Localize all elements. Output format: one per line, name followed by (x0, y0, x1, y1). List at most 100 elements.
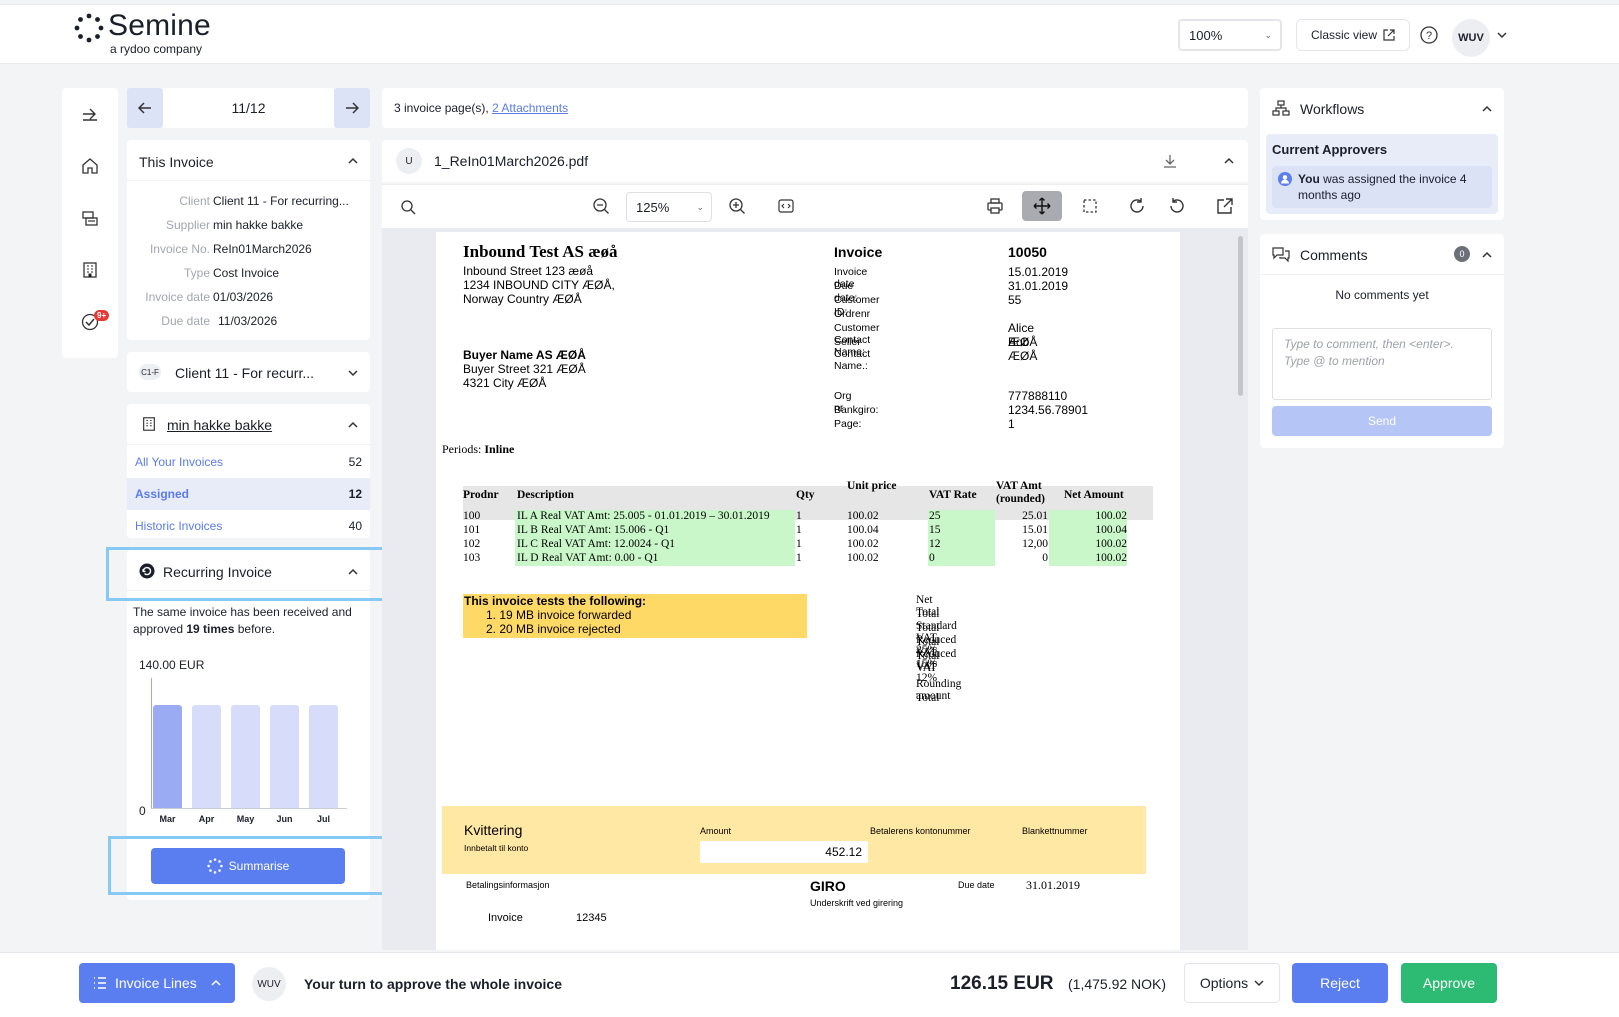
building-icon (143, 417, 155, 431)
global-zoom-value: 100% (1189, 28, 1223, 43)
table-cell: 0 (1042, 552, 1048, 564)
chart-bar (231, 704, 260, 808)
zoom-out-icon[interactable] (592, 197, 610, 215)
table-cell: 100.02 (1095, 552, 1127, 564)
meta-value: 55 (1008, 293, 1022, 307)
footer-invoice-label: Invoice (488, 912, 523, 924)
table-cell: 25 (929, 510, 941, 522)
chevron-up-icon[interactable] (1482, 251, 1492, 259)
field-invoice-no: Invoice No. ReIn01March2026 (149, 242, 312, 256)
table-cell: 100.02 (847, 552, 879, 564)
download-icon[interactable] (1162, 153, 1178, 169)
table-cell: 1 (796, 510, 802, 522)
search-icon[interactable] (400, 199, 416, 215)
meta-value: 1 (1008, 417, 1015, 431)
table-cell: 100.04 (847, 524, 879, 536)
file-name: 1_ReIn01March2026.pdf (434, 153, 589, 169)
zoom-in-icon[interactable] (728, 197, 746, 215)
client-tag: C1-F (139, 364, 161, 380)
kvittering-box (442, 806, 1146, 874)
print-icon[interactable] (986, 197, 1004, 215)
viewer-zoom-select[interactable]: 125% ⌄ (626, 192, 712, 222)
chevron-down-icon (1254, 980, 1264, 987)
kvittering-label: Kvittering (464, 822, 523, 838)
invoice-lines-label: Invoice Lines (115, 975, 197, 991)
list-icon (94, 977, 106, 989)
previous-invoice-button[interactable] (127, 88, 163, 128)
comments-title: Comments (1300, 247, 1368, 263)
reject-button[interactable]: Reject (1292, 963, 1388, 1003)
field-client: Client Client 11 - For recurring... (179, 194, 349, 208)
table-cell: 103 (463, 552, 481, 564)
pager-position: 11/12 (231, 100, 266, 116)
chevron-up-icon[interactable] (348, 421, 358, 429)
fit-page-icon[interactable] (778, 198, 794, 214)
file-header: U 1_ReIn01March2026.pdf (382, 140, 1248, 182)
chart-bar-label: Apr (198, 814, 215, 824)
invoice-lines-button[interactable]: Invoice Lines (79, 963, 235, 1003)
left-nav-rail: 9+ (62, 88, 118, 358)
viewer-scrollbar[interactable] (1238, 236, 1243, 396)
classic-view-label: Classic view (1310, 28, 1377, 42)
send-comment-button[interactable]: Send (1272, 406, 1492, 436)
client-panel[interactable]: C1-F Client 11 - For recurr... (127, 352, 370, 392)
chevron-up-icon[interactable] (1482, 105, 1492, 113)
table-cell: 100.04 (1095, 524, 1127, 536)
chevron-down-icon[interactable] (348, 369, 358, 377)
current-approvers-box: Current Approvers You was assigned the i… (1266, 134, 1498, 214)
table-cell: 12,00 (1022, 538, 1048, 550)
this-invoice-panel: This Invoice Client Client 11 - For recur… (127, 140, 370, 340)
home-icon (82, 158, 98, 174)
global-zoom-select[interactable]: 100% ⌄ (1178, 19, 1282, 51)
nav-home[interactable] (78, 154, 102, 178)
classic-view-button[interactable]: Classic view (1296, 19, 1410, 51)
uploader-avatar: U (396, 148, 422, 174)
table-cell: IL B Real VAT Amt: 15.006 - Q1 (517, 524, 670, 536)
seller-address-2: 1234 INBOUND CITY ÆØÅ, (463, 278, 615, 292)
open-external-icon[interactable] (1216, 197, 1234, 215)
chart-bar-label: May (236, 814, 255, 824)
table-header-cell: Unit price (847, 480, 897, 492)
historic-invoices-row[interactable]: Historic Invoices 40 (127, 510, 370, 542)
meta-value: 1234.56.78901 (1008, 403, 1089, 417)
meta-key: Page: (834, 418, 862, 430)
svg-text:?: ? (1426, 30, 1432, 42)
comment-input[interactable]: Type to comment, then <enter>. Type @ to… (1272, 328, 1492, 400)
logo-title: Semine (108, 9, 211, 42)
arrow-left-icon (138, 102, 151, 114)
rotate-clockwise-icon[interactable] (1128, 197, 1146, 215)
attachments-link[interactable]: 2 Attachments (492, 101, 568, 115)
assigned-row[interactable]: Assigned 12 (127, 478, 370, 510)
total-label: Total (916, 692, 940, 704)
innbetalt-label: Innbetalt til konto (464, 843, 529, 853)
comments-panel: Comments 0 No comments yet Type to comme… (1260, 234, 1504, 448)
user-avatar[interactable]: WUV (1452, 19, 1490, 57)
all-invoices-row[interactable]: All Your Invoices 52 (127, 446, 370, 478)
approval-turn-text: Your turn to approve the whole invoice (304, 976, 562, 992)
chevron-up-icon[interactable] (348, 157, 358, 165)
this-invoice-title: This Invoice (139, 154, 214, 170)
approve-button[interactable]: Approve (1401, 963, 1497, 1003)
rotate-counterclockwise-icon[interactable] (1168, 197, 1186, 215)
document-viewer[interactable]: Inbound Test AS æøå Inbound Street 123 æ… (382, 228, 1248, 950)
nav-inbox[interactable] (78, 206, 102, 230)
chevron-up-icon[interactable] (1224, 157, 1234, 165)
supplier-link[interactable]: min hakke bakke (167, 417, 272, 433)
betalingsinfo-label: Betalingsinformasjon (466, 880, 550, 890)
arrow-right-icon (83, 108, 97, 121)
chevron-down-icon[interactable] (1497, 31, 1507, 39)
table-cell: 12 (929, 538, 941, 550)
options-button[interactable]: Options (1184, 963, 1280, 1003)
nav-companies[interactable] (78, 258, 102, 282)
select-area-icon[interactable] (1082, 198, 1098, 214)
current-approvers-title: Current Approvers (1272, 142, 1388, 157)
move-icon (1033, 197, 1051, 215)
next-invoice-button[interactable] (334, 88, 370, 128)
comments-icon (1272, 247, 1290, 262)
chart-bar (270, 704, 299, 808)
footer-invoice-value: 12345 (576, 912, 607, 924)
collapse-arrow-button[interactable] (78, 102, 102, 126)
pan-tool-button[interactable] (1022, 191, 1062, 221)
help-icon[interactable]: ? (1420, 26, 1438, 44)
chart-bar (192, 704, 221, 808)
